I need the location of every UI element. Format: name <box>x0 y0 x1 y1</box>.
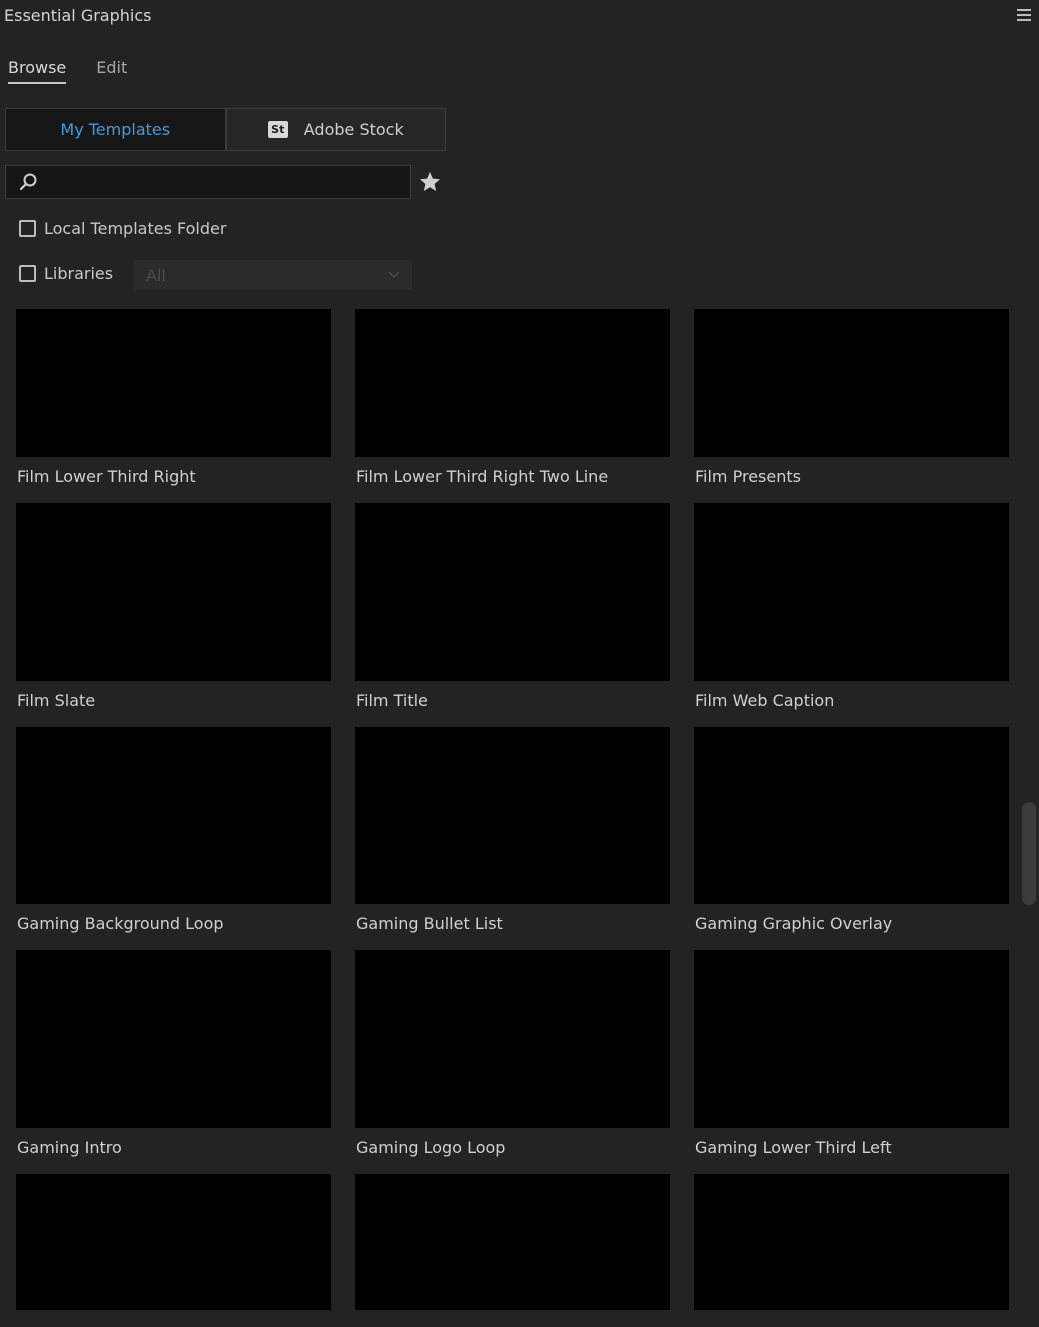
template-label: Gaming Intro <box>17 1138 122 1157</box>
template-label: Film Web Caption <box>695 691 835 710</box>
template-label: Film Slate <box>17 691 96 710</box>
template-card[interactable]: Film Title <box>355 503 670 727</box>
libraries-checkbox[interactable] <box>19 265 36 282</box>
adobe-stock-button[interactable]: St Adobe Stock <box>225 108 446 151</box>
libraries-dropdown[interactable]: All <box>134 260 412 290</box>
template-thumbnail <box>355 950 670 1128</box>
template-label: Gaming Bullet List <box>356 914 503 933</box>
template-label: Gaming Background Loop <box>17 914 224 933</box>
tab-edit[interactable]: Edit <box>96 58 127 84</box>
template-label <box>355 1310 670 1327</box>
search-input[interactable] <box>46 173 410 191</box>
template-thumbnail <box>355 309 670 457</box>
template-label <box>694 1310 1009 1327</box>
template-thumbnail <box>16 309 331 457</box>
local-templates-row: Local Templates Folder <box>19 219 226 238</box>
libraries-row: Libraries <box>19 264 113 283</box>
adobe-stock-icon: St <box>267 121 288 138</box>
template-card[interactable]: Film Lower Third Right Two Line <box>355 309 670 503</box>
template-card[interactable]: Film Slate <box>16 503 331 727</box>
template-label: Film Lower Third Right Two Line <box>356 467 609 486</box>
local-templates-label: Local Templates Folder <box>44 219 227 238</box>
template-thumbnail <box>355 1174 670 1310</box>
libraries-selected-value: All <box>146 265 166 285</box>
template-label: Film Presents <box>695 467 801 486</box>
template-label <box>16 1310 331 1327</box>
template-card[interactable]: Film Presents <box>694 309 1009 503</box>
template-card[interactable]: Film Lower Third Right <box>16 309 331 503</box>
search-box <box>5 165 411 199</box>
template-card[interactable]: Gaming Background Loop <box>16 727 331 950</box>
template-card[interactable] <box>16 1174 331 1327</box>
templates-grid-area: Film Lower Third Right Film Lower Third … <box>0 307 1039 1327</box>
panel-tabs: Browse Edit <box>8 58 127 84</box>
search-icon <box>19 173 37 191</box>
my-templates-button[interactable]: My Templates <box>5 108 226 151</box>
my-templates-label: My Templates <box>60 120 171 139</box>
template-label: Gaming Graphic Overlay <box>695 914 893 933</box>
template-card[interactable]: Film Web Caption <box>694 503 1009 727</box>
template-label: Gaming Lower Third Left <box>695 1138 892 1157</box>
grid-scrollbar[interactable] <box>1021 309 1037 1309</box>
template-card[interactable] <box>355 1174 670 1327</box>
template-label: Film Lower Third Right <box>17 467 196 486</box>
panel-title: Essential Graphics <box>4 6 152 25</box>
template-thumbnail <box>694 950 1009 1128</box>
chevron-down-icon <box>388 271 400 279</box>
template-card[interactable]: Gaming Logo Loop <box>355 950 670 1174</box>
template-thumbnail <box>694 727 1009 904</box>
template-label: Gaming Logo Loop <box>356 1138 506 1157</box>
templates-grid: Film Lower Third Right Film Lower Third … <box>16 309 1009 1327</box>
template-card[interactable]: Gaming Graphic Overlay <box>694 727 1009 950</box>
source-tabs: My Templates St Adobe Stock <box>5 108 446 151</box>
template-thumbnail <box>16 503 331 681</box>
local-templates-checkbox[interactable] <box>19 220 36 237</box>
template-card[interactable]: Gaming Lower Third Left <box>694 950 1009 1174</box>
star-icon[interactable] <box>418 170 442 194</box>
tab-browse[interactable]: Browse <box>8 58 67 84</box>
adobe-stock-label: Adobe Stock <box>303 120 404 139</box>
template-thumbnail <box>694 309 1009 457</box>
template-thumbnail <box>694 503 1009 681</box>
template-thumbnail <box>694 1174 1009 1310</box>
template-label: Film Title <box>356 691 428 710</box>
template-thumbnail <box>16 950 331 1128</box>
template-thumbnail <box>16 1174 331 1310</box>
template-card[interactable]: Gaming Intro <box>16 950 331 1174</box>
scrollbar-thumb[interactable] <box>1022 802 1036 905</box>
template-thumbnail <box>16 727 331 904</box>
template-thumbnail <box>355 503 670 681</box>
template-thumbnail <box>355 727 670 904</box>
libraries-label: Libraries <box>44 264 114 283</box>
hamburger-menu-icon[interactable] <box>1017 9 1031 21</box>
template-card[interactable] <box>694 1174 1009 1327</box>
template-card[interactable]: Gaming Bullet List <box>355 727 670 950</box>
